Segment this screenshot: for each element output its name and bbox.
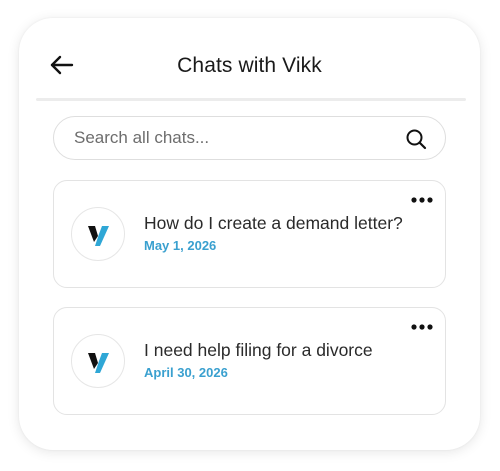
search-button[interactable]: [405, 128, 427, 150]
chat-date: May 1, 2026: [144, 238, 217, 253]
page-title: Chats with Vikk: [177, 54, 322, 77]
chat-title: I need help filing for a divorce: [144, 340, 373, 360]
avatar: [71, 334, 125, 388]
vikk-logo-icon: [88, 353, 109, 373]
chat-menu-button[interactable]: [409, 320, 435, 334]
more-horizontal-icon: [411, 324, 433, 330]
search-icon: [406, 129, 427, 150]
chat-date: April 30, 2026: [144, 365, 228, 380]
app-panel: Chats with Vikk How do I create a demand…: [19, 18, 480, 450]
avatar: [71, 207, 125, 261]
vikk-logo-icon: [88, 226, 109, 246]
header: Chats with Vikk: [19, 18, 480, 102]
search-bar: [53, 116, 446, 160]
chat-card[interactable]: How do I create a demand letter? May 1, …: [53, 180, 446, 288]
more-horizontal-icon: [411, 197, 433, 203]
header-divider: [36, 98, 466, 101]
chat-title: How do I create a demand letter?: [144, 213, 403, 233]
search-input[interactable]: [74, 117, 374, 159]
chat-card[interactable]: I need help filing for a divorce April 3…: [53, 307, 446, 415]
chat-menu-button[interactable]: [409, 193, 435, 207]
